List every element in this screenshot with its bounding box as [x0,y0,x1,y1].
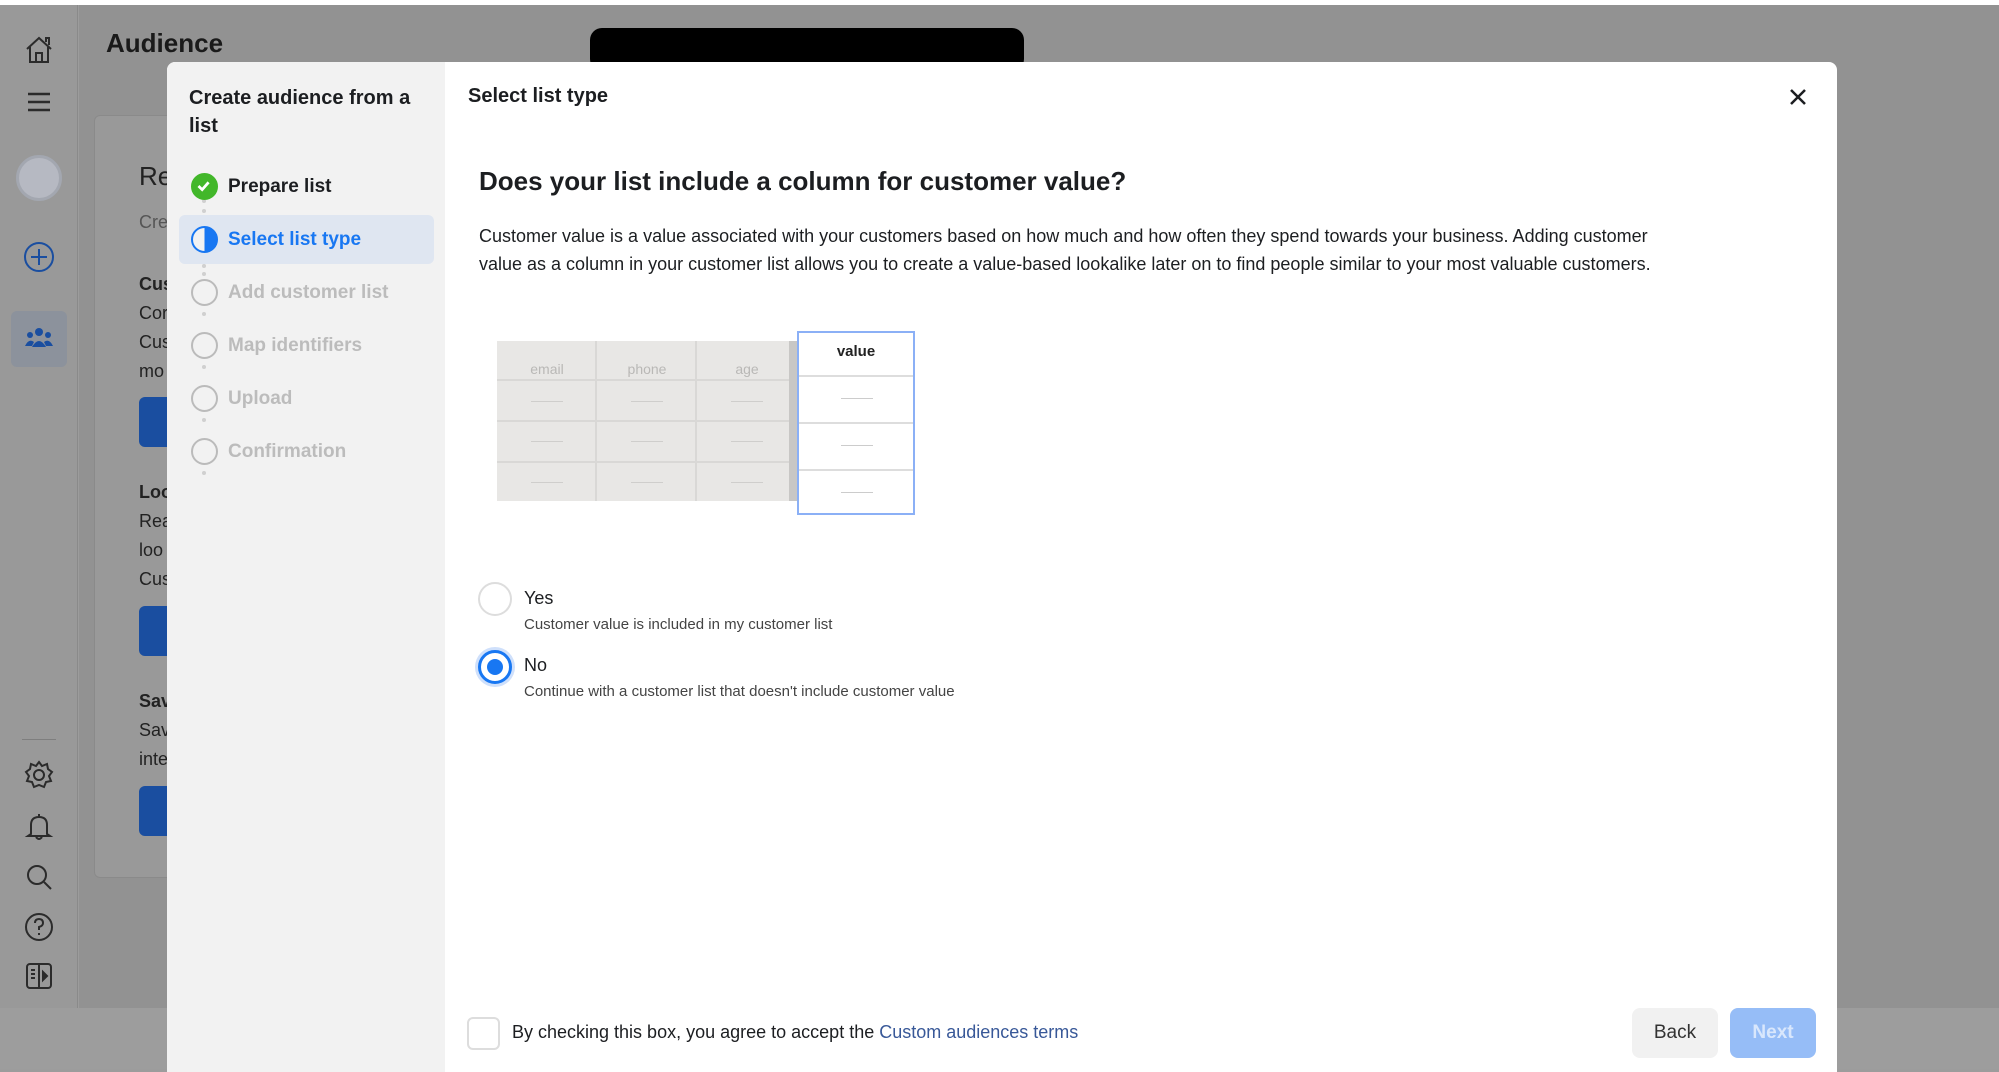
option-yes-description: Customer value is included in my custome… [524,616,833,633]
account-avatar[interactable] [16,155,62,201]
page-title: Audience [106,28,224,58]
empty-circle-icon [191,438,218,465]
card-text: Cor [139,303,169,323]
audiences-icon[interactable] [11,311,67,367]
custom-audiences-terms-link[interactable]: Custom audiences terms [879,1022,1078,1042]
empty-circle-icon [191,385,218,412]
sidebar [0,5,78,1008]
card-text: mo [139,361,165,381]
question-heading: Does your list include a column for cust… [479,166,1127,196]
help-icon[interactable] [20,908,58,946]
empty-circle-icon [191,332,218,359]
terms-label: By checking this box, you agree to accep… [512,1022,880,1042]
next-button[interactable]: Next [1730,1008,1816,1058]
modal-header-title: Select list type [468,85,609,107]
card-text: loo [139,540,164,560]
step-add-customer-list: Add customer list [179,268,434,317]
radio-no[interactable] [478,650,512,684]
terms-checkbox[interactable] [467,1017,500,1050]
card-text: inte [139,749,169,769]
menu-icon[interactable] [20,83,58,121]
create-audience-modal: Create audience from a list Prepare list… [167,62,1837,1072]
home-icon[interactable] [20,31,58,69]
step-upload: Upload [179,374,434,423]
step-label: Add customer list [228,281,389,303]
content-pane: Select list type Does your list include … [445,62,1837,1072]
terms-text: By checking this box, you agree to accep… [512,1022,1078,1043]
option-no-description: Continue with a customer list that doesn… [524,683,955,700]
back-button[interactable]: Back [1632,1008,1718,1058]
step-label: Prepare list [228,175,332,197]
description: Customer value is a value associated wit… [479,226,1651,274]
panel-icon[interactable] [20,957,58,995]
close-button[interactable] [1783,82,1813,112]
step-confirmation: Confirmation [179,427,434,476]
radio-yes[interactable] [478,582,512,616]
option-yes-label: Yes [524,588,554,608]
settings-icon[interactable] [20,756,58,794]
sidebar-divider [22,739,56,740]
step-map-identifiers: Map identifiers [179,321,434,370]
modal-left-title: Create audience from a list [189,87,411,137]
step-select-list-type[interactable]: Select list type [179,215,434,264]
value-column: value [797,331,915,515]
card-text: Cre [139,212,169,232]
create-icon[interactable] [20,238,58,276]
search-icon[interactable] [20,858,58,896]
steps-pane: Create audience from a list Prepare list… [167,62,445,1072]
column-header-phone: phone [627,361,667,377]
close-icon [1790,89,1806,105]
column-header-value: value [836,343,876,360]
step-label: Select list type [228,228,362,250]
check-circle-icon [191,173,218,200]
step-prepare-list[interactable]: Prepare list [179,162,434,211]
option-no-label: No [524,655,548,675]
step-label: Map identifiers [228,334,363,356]
column-header-age: age [735,361,759,377]
step-label: Upload [228,387,293,409]
step-label: Confirmation [228,440,347,462]
column-header-email: email [530,361,564,377]
card-text: Sav [139,720,171,740]
half-circle-icon [191,226,218,253]
empty-circle-icon [191,279,218,306]
notifications-icon[interactable] [20,807,58,845]
